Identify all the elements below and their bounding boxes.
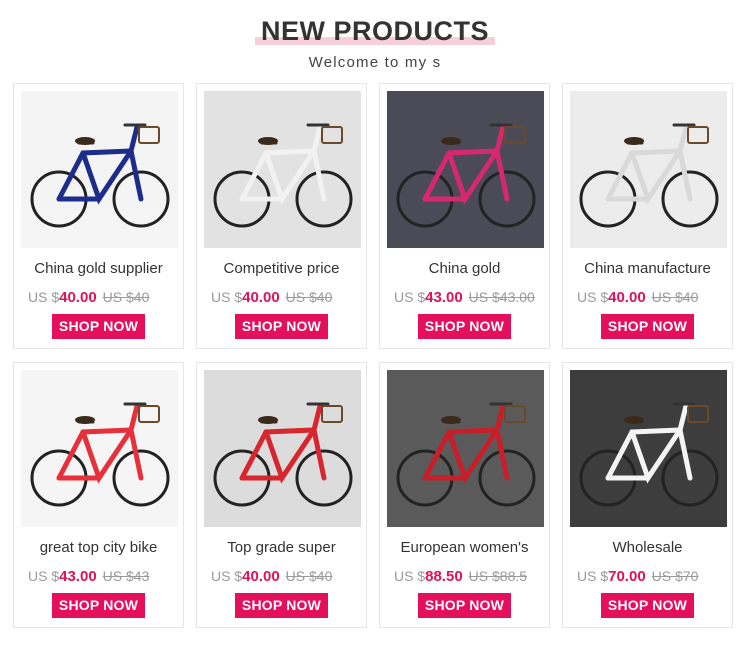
price-row: US $40.00 US $40 <box>577 289 727 306</box>
currency-label: US $ <box>28 289 60 305</box>
section-title-text: NEW PRODUCTS <box>261 16 489 46</box>
shop-now-button[interactable]: SHOP NOW <box>418 314 511 339</box>
shop-now-button[interactable]: SHOP NOW <box>52 314 145 339</box>
shop-now-button[interactable]: SHOP NOW <box>235 314 328 339</box>
original-price: US $43.00 <box>468 289 535 305</box>
original-price: US $40 <box>285 568 333 584</box>
price-row: US $88.50 US $88.5 <box>394 568 544 585</box>
product-name[interactable]: great top city bike <box>14 539 183 556</box>
price-row: US $43.00 US $43.00 <box>394 289 544 306</box>
shop-now-button[interactable]: SHOP NOW <box>601 593 694 618</box>
currency-label: US $ <box>577 568 609 584</box>
price-row: US $40.00 US $40 <box>211 568 361 585</box>
original-price: US $88.5 <box>468 568 528 584</box>
current-price: 43.00 <box>59 568 97 585</box>
product-card[interactable]: Wholesale US $70.00 US $70 SHOP NOW <box>562 362 733 628</box>
original-price: US $40 <box>651 289 699 305</box>
current-price: 40.00 <box>608 289 646 306</box>
product-card[interactable]: Top grade super US $40.00 US $40 SHOP NOW <box>196 362 367 628</box>
product-image[interactable] <box>204 91 361 248</box>
currency-label: US $ <box>577 289 609 305</box>
shop-now-button[interactable]: SHOP NOW <box>418 593 511 618</box>
product-card[interactable]: China manufacture US $40.00 US $40 SHOP N… <box>562 83 733 349</box>
product-card[interactable]: great top city bike US $43.00 US $43 SHOP… <box>13 362 184 628</box>
product-image[interactable] <box>387 91 544 248</box>
product-card[interactable]: China gold supplier US $40.00 US $40 SHOP… <box>13 83 184 349</box>
currency-label: US $ <box>394 568 426 584</box>
product-name[interactable]: Top grade super <box>197 539 366 556</box>
price-row: US $40.00 US $40 <box>211 289 361 306</box>
product-card[interactable]: China gold US $43.00 US $43.00 SHOP NOW <box>379 83 550 349</box>
section-title: NEW PRODUCTS <box>255 16 495 47</box>
current-price: 70.00 <box>608 568 646 585</box>
product-image[interactable] <box>570 91 727 248</box>
original-price: US $43 <box>102 568 150 584</box>
section-subtitle: Welcome to my s <box>308 54 442 71</box>
original-price: US $40 <box>102 289 150 305</box>
price-row: US $43.00 US $43 <box>28 568 178 585</box>
product-name[interactable]: China manufacture <box>563 260 732 277</box>
product-name[interactable]: China gold <box>380 260 549 277</box>
shop-now-button[interactable]: SHOP NOW <box>235 593 328 618</box>
currency-label: US $ <box>211 289 243 305</box>
product-image[interactable] <box>570 370 727 527</box>
product-image[interactable] <box>204 370 361 527</box>
current-price: 40.00 <box>59 289 97 306</box>
product-card[interactable]: European women's US $88.50 US $88.5 SHOP … <box>379 362 550 628</box>
product-name[interactable]: Wholesale <box>563 539 732 556</box>
current-price: 88.50 <box>425 568 463 585</box>
currency-label: US $ <box>211 568 243 584</box>
current-price: 40.00 <box>242 568 280 585</box>
product-name[interactable]: European women's <box>380 539 549 556</box>
original-price: US $70 <box>651 568 699 584</box>
currency-label: US $ <box>394 289 426 305</box>
shop-now-button[interactable]: SHOP NOW <box>601 314 694 339</box>
current-price: 40.00 <box>242 289 280 306</box>
product-image[interactable] <box>21 91 178 248</box>
price-row: US $40.00 US $40 <box>28 289 178 306</box>
price-row: US $70.00 US $70 <box>577 568 727 585</box>
section-header: NEW PRODUCTS Welcome to my s <box>0 0 750 80</box>
product-name[interactable]: China gold supplier <box>14 260 183 277</box>
current-price: 43.00 <box>425 289 463 306</box>
product-image[interactable] <box>387 370 544 527</box>
currency-label: US $ <box>28 568 60 584</box>
product-card[interactable]: Competitive price US $40.00 US $40 SHOP N… <box>196 83 367 349</box>
shop-now-button[interactable]: SHOP NOW <box>52 593 145 618</box>
original-price: US $40 <box>285 289 333 305</box>
product-name[interactable]: Competitive price <box>197 260 366 277</box>
product-image[interactable] <box>21 370 178 527</box>
